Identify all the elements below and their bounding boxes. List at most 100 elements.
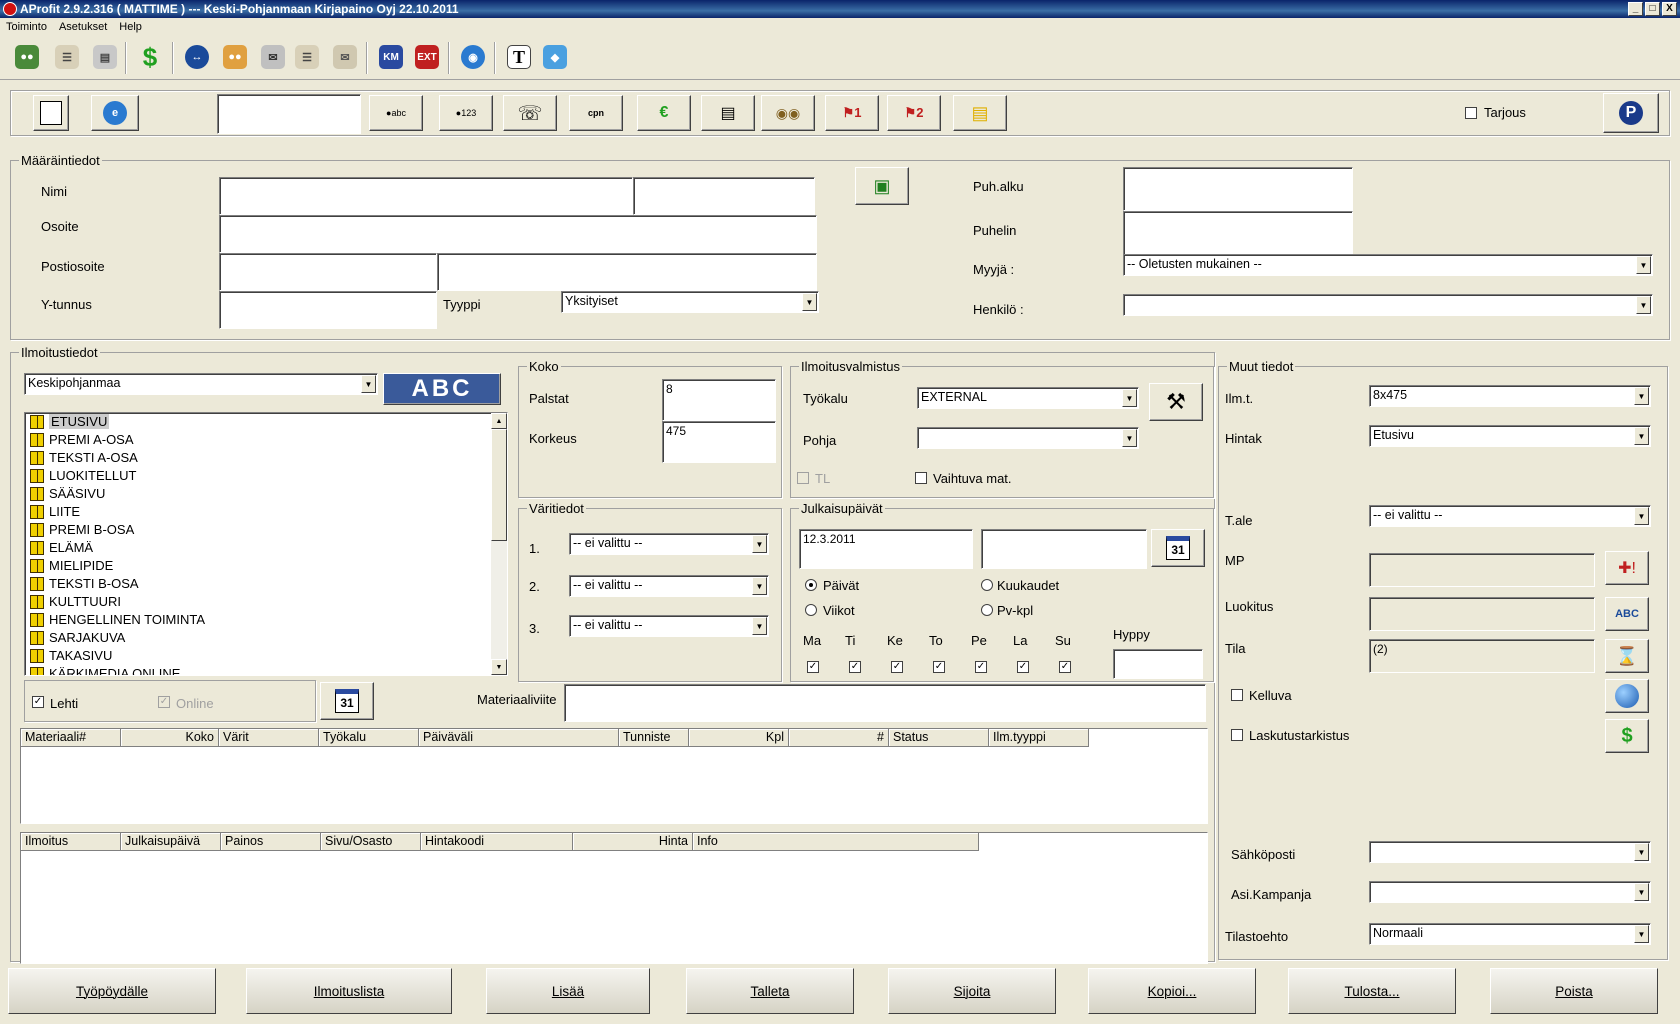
kelluva-button[interactable] bbox=[1605, 679, 1649, 713]
dollar-icon[interactable]: $ bbox=[133, 40, 167, 74]
section-list-item[interactable]: PREMI B-OSA bbox=[25, 521, 507, 539]
tyokalu-select[interactable]: EXTERNAL ▼ bbox=[917, 387, 1139, 409]
publication-select[interactable]: Keskipohjanmaa ▼ bbox=[24, 373, 378, 395]
lehti-checkbox[interactable]: ✓ bbox=[32, 696, 44, 708]
kopioi-button[interactable]: Kopioi... bbox=[1088, 968, 1256, 1014]
section-list-item[interactable]: LIITE bbox=[25, 503, 507, 521]
ytunnus-input[interactable] bbox=[219, 291, 437, 329]
section-list-item[interactable]: SARJAKUVA bbox=[25, 629, 507, 647]
postinumero-input[interactable] bbox=[219, 253, 437, 291]
tila-button[interactable]: ⌛ bbox=[1605, 639, 1649, 673]
mp-input[interactable] bbox=[1369, 553, 1595, 587]
menu-toiminto[interactable]: Toiminto bbox=[0, 18, 53, 36]
scroll-down-icon[interactable]: ▼ bbox=[491, 659, 507, 675]
laskutus-button[interactable]: $ bbox=[1605, 719, 1649, 753]
section-list[interactable]: ETUSIVU PREMI A-OSA TEKSTI A-OSA LUOKITELLU… bbox=[24, 412, 508, 676]
scroll-thumb[interactable] bbox=[491, 429, 507, 541]
day-checkbox-ke[interactable]: ✓ bbox=[891, 661, 903, 673]
menu-help[interactable]: Help bbox=[113, 18, 148, 36]
clipboard-icon[interactable]: ☰ bbox=[50, 40, 84, 74]
ext-icon[interactable]: EXT bbox=[410, 40, 444, 74]
km-icon[interactable]: KM bbox=[374, 40, 408, 74]
cube-icon[interactable]: ◆ bbox=[538, 40, 572, 74]
list-icon[interactable]: ☰ bbox=[290, 40, 324, 74]
minimize-button[interactable]: _ bbox=[1628, 2, 1643, 16]
myyja-select[interactable]: -- Oletusten mukainen -- ▼ bbox=[1123, 254, 1653, 276]
section-list-item[interactable]: HENGELLINEN TOIMINTA bbox=[25, 611, 507, 629]
kelluva-checkbox[interactable] bbox=[1231, 689, 1243, 701]
sijoita-button[interactable]: Sijoita bbox=[888, 968, 1056, 1014]
column-header[interactable]: # bbox=[789, 729, 889, 747]
pvkpl-radio[interactable] bbox=[981, 604, 993, 616]
osoite-input[interactable] bbox=[219, 215, 817, 253]
day-checkbox-ti[interactable]: ✓ bbox=[849, 661, 861, 673]
column-header[interactable]: Kpl bbox=[689, 729, 789, 747]
tarjous-checkbox[interactable] bbox=[1465, 107, 1477, 119]
nimi2-input[interactable] bbox=[633, 177, 815, 215]
online-checkbox[interactable]: ✓ bbox=[158, 696, 170, 708]
calendar-button[interactable]: 31 bbox=[320, 682, 374, 720]
search-abc-button[interactable]: ●abc bbox=[369, 95, 423, 131]
close-button[interactable]: X bbox=[1662, 2, 1677, 16]
section-list-item[interactable]: LUOKITELLUT bbox=[25, 467, 507, 485]
sahkoposti-select[interactable]: ▼ bbox=[1369, 841, 1651, 863]
column-header[interactable]: Työkalu bbox=[319, 729, 419, 747]
tools-button[interactable]: ⚒ bbox=[1149, 383, 1203, 421]
material-grid[interactable]: Materiaali# Koko Värit Työkalu Päiväväli Tunn… bbox=[20, 728, 1208, 824]
scroll-up-icon[interactable]: ▲ bbox=[491, 413, 507, 429]
section-list-item[interactable]: ETUSIVU bbox=[25, 413, 507, 431]
luokitus-button[interactable]: ABC bbox=[1605, 597, 1649, 631]
tilastoehto-select[interactable]: Normaali ▼ bbox=[1369, 923, 1651, 945]
day-checkbox-su[interactable]: ✓ bbox=[1059, 661, 1071, 673]
contact-card-button[interactable]: ▣ bbox=[855, 167, 909, 205]
euro-doc-button[interactable]: € bbox=[637, 95, 691, 131]
customers-icon[interactable]: ●● bbox=[10, 40, 44, 74]
end-date-input[interactable] bbox=[981, 529, 1147, 569]
hyppy-input[interactable] bbox=[1113, 649, 1203, 679]
p-button[interactable]: P bbox=[1603, 93, 1659, 133]
abc-button[interactable]: ABC bbox=[383, 373, 501, 405]
mail-gear-icon[interactable]: ✉ bbox=[256, 40, 290, 74]
laskutus-checkbox[interactable] bbox=[1231, 729, 1243, 741]
poista-button[interactable]: Poista bbox=[1490, 968, 1658, 1014]
column-header[interactable]: Päiväväli bbox=[419, 729, 619, 747]
tulosta-button[interactable]: Tulosta... bbox=[1288, 968, 1456, 1014]
search-123-button[interactable]: ●123 bbox=[439, 95, 493, 131]
column-header[interactable]: Painos bbox=[221, 833, 321, 851]
section-list-item[interactable]: PREMI A-OSA bbox=[25, 431, 507, 449]
column-header[interactable]: Hintakoodi bbox=[421, 833, 573, 851]
column-header[interactable]: Ilmoitus bbox=[21, 833, 121, 851]
column-header[interactable]: Materiaali# bbox=[21, 729, 121, 747]
transfer-icon[interactable]: ↔ bbox=[180, 40, 214, 74]
maximize-button[interactable]: □ bbox=[1645, 2, 1660, 16]
puhelin-input[interactable] bbox=[1123, 211, 1353, 255]
new-button[interactable] bbox=[33, 95, 69, 131]
lisaa-button[interactable]: Lisää bbox=[486, 968, 650, 1014]
section-list-item[interactable]: KULTTUURI bbox=[25, 593, 507, 611]
section-list-item[interactable]: KÄRKIMEDIA ONLINE bbox=[25, 665, 507, 675]
section-list-item[interactable]: TAKASIVU bbox=[25, 647, 507, 665]
mp-button[interactable]: ✚! bbox=[1605, 551, 1649, 585]
column-header[interactable]: Ilm.tyyppi bbox=[989, 729, 1089, 747]
column-header[interactable]: Julkaisupäivä bbox=[121, 833, 221, 851]
kuukaudet-radio[interactable] bbox=[981, 579, 993, 591]
tyyppi-select[interactable]: Yksityiset ▼ bbox=[561, 291, 819, 313]
documents-icon[interactable]: ▤ bbox=[88, 40, 122, 74]
search-input[interactable] bbox=[217, 94, 361, 134]
color3-select[interactable]: -- ei valittu -- ▼ bbox=[569, 615, 769, 637]
column-header[interactable]: Tunniste bbox=[619, 729, 689, 747]
day-checkbox-ma[interactable]: ✓ bbox=[807, 661, 819, 673]
viikot-radio[interactable] bbox=[805, 604, 817, 616]
section-list-item[interactable]: SÄÄSIVU bbox=[25, 485, 507, 503]
talleta-button[interactable]: Talleta bbox=[686, 968, 854, 1014]
column-header[interactable]: Hinta bbox=[573, 833, 693, 851]
materiaaliviite-input[interactable] bbox=[564, 684, 1206, 722]
cpn-button[interactable]: cpn bbox=[569, 95, 623, 131]
users-icon[interactable]: ●● bbox=[218, 40, 252, 74]
binoculars-button[interactable]: ◉◉ bbox=[761, 95, 815, 131]
korkeus-input[interactable]: 475 bbox=[662, 421, 776, 463]
color1-select[interactable]: -- ei valittu -- ▼ bbox=[569, 533, 769, 555]
note-button[interactable]: ▤ bbox=[953, 95, 1007, 131]
envelope-icon[interactable]: ✉ bbox=[328, 40, 362, 74]
palstat-input[interactable]: 8 bbox=[662, 379, 776, 421]
